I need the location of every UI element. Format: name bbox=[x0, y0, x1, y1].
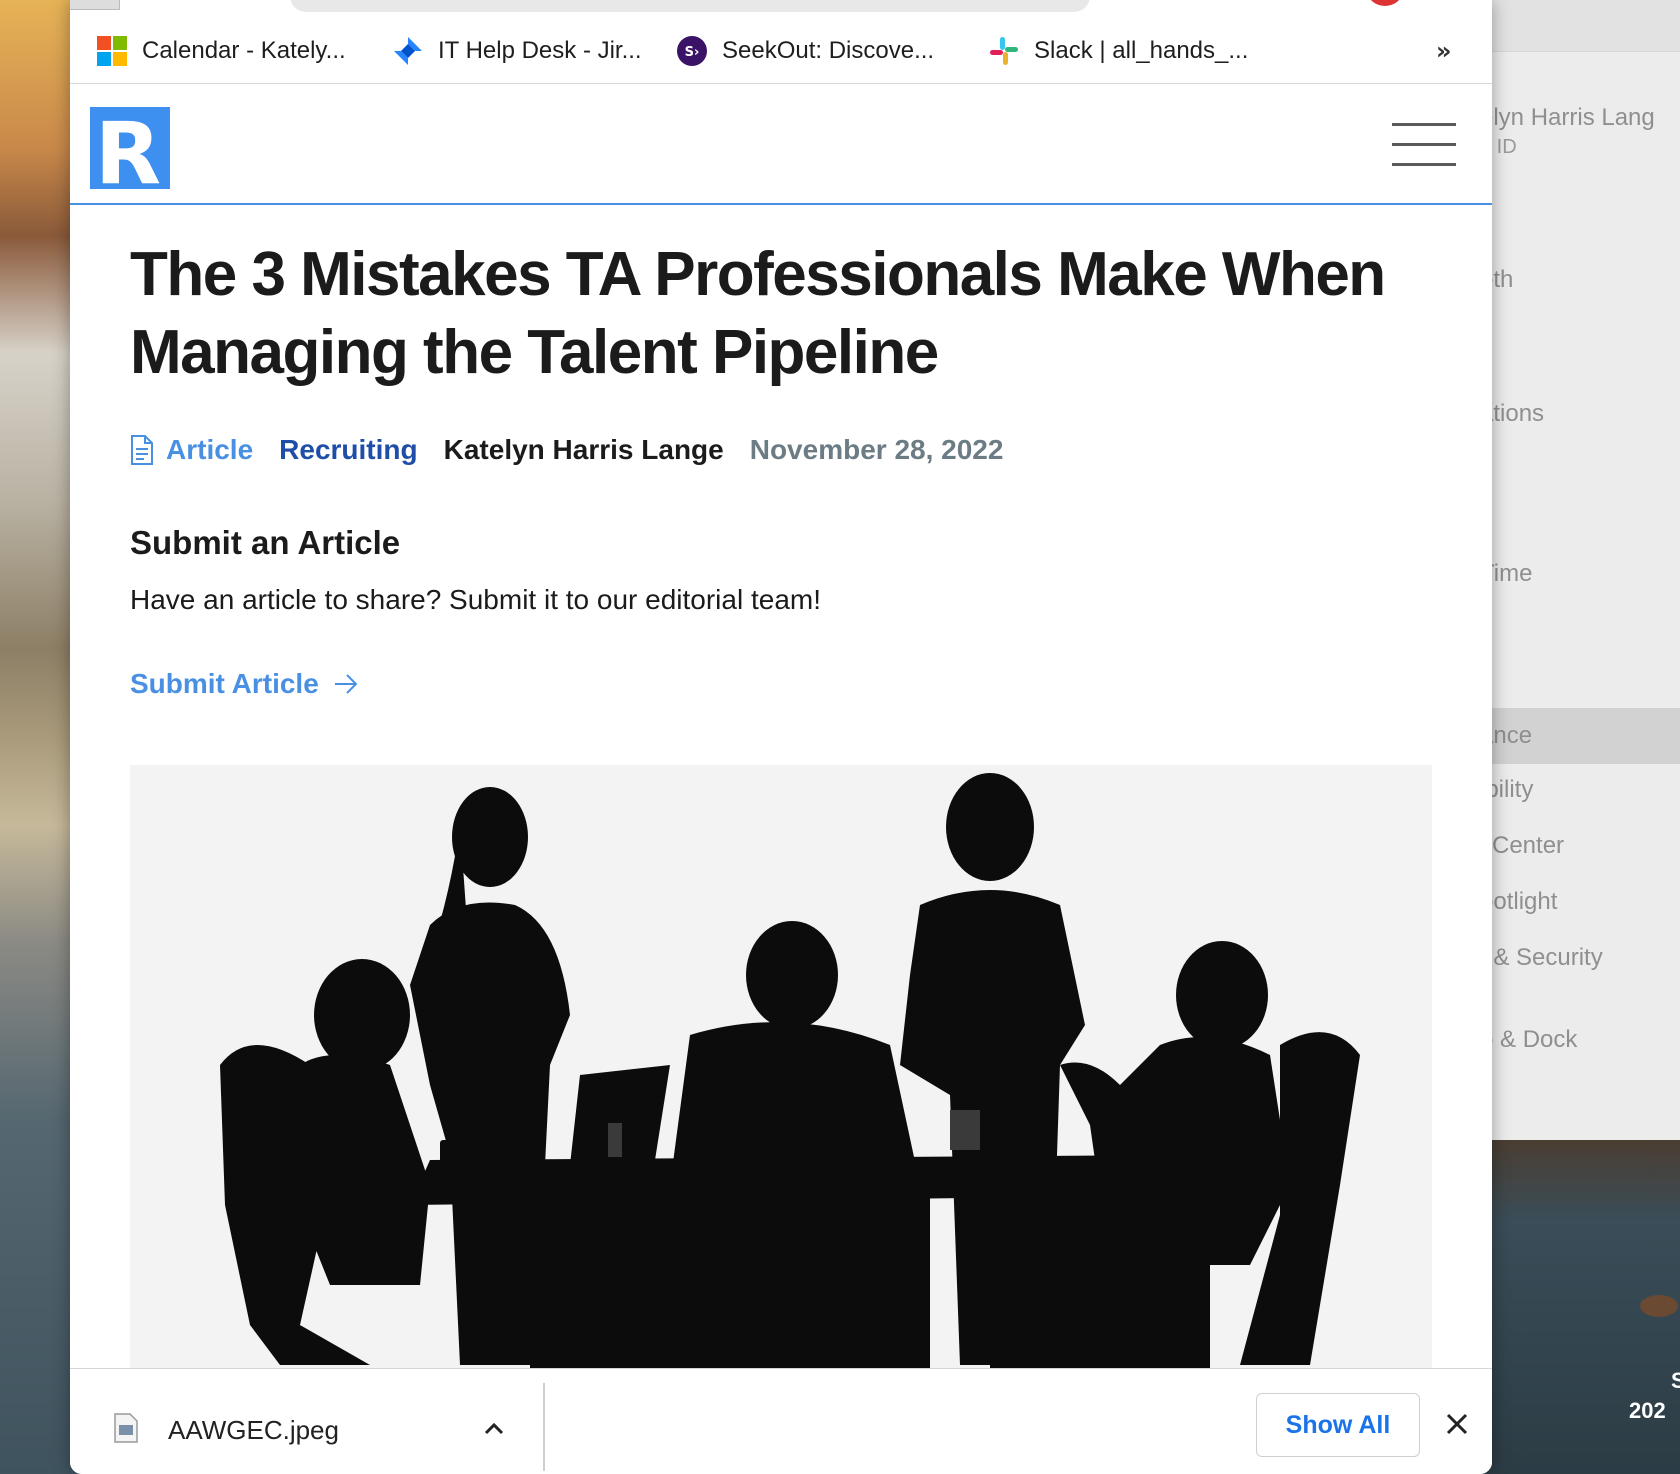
submit-article-link[interactable]: Submit Article bbox=[130, 664, 359, 704]
download-filename[interactable]: AAWGEC.jpeg bbox=[168, 1415, 339, 1446]
site-logo[interactable]: R bbox=[90, 107, 170, 189]
bookmark-it-help-desk[interactable]: IT Help Desk - Jir... bbox=[392, 30, 642, 72]
bookmark-seekout[interactable]: S› SeekOut: Discove... bbox=[676, 30, 934, 72]
slack-icon bbox=[990, 37, 1018, 65]
settings-item[interactable]: / & Security bbox=[1480, 944, 1603, 972]
svg-text:R: R bbox=[95, 107, 161, 189]
bookmark-calendar[interactable]: Calendar - Kately... bbox=[96, 30, 346, 72]
address-bar[interactable] bbox=[290, 0, 1090, 12]
bookmark-slack[interactable]: Slack | all_hands_... bbox=[988, 30, 1248, 72]
article-type-link[interactable]: Article bbox=[166, 434, 253, 466]
site-header: R bbox=[70, 85, 1492, 205]
settings-toolbar bbox=[1480, 0, 1680, 52]
bookmark-label: Slack | all_hands_... bbox=[1034, 37, 1249, 64]
wallpaper-rock bbox=[1640, 1295, 1678, 1317]
submit-article-label: Submit Article bbox=[130, 668, 319, 699]
seekout-icon: S› bbox=[677, 36, 707, 66]
article-date: November 28, 2022 bbox=[749, 434, 1004, 465]
meeting-silhouette-image bbox=[130, 765, 1432, 1370]
desktop-clock-line-2: 202 bbox=[1629, 1398, 1666, 1423]
system-settings-window: elyn Harris Lang e ID oth k ations Time … bbox=[1480, 0, 1680, 1140]
desktop-clock-line-1: S bbox=[1671, 1368, 1680, 1393]
browser-window: Calendar - Kately... IT Help Desk - Jir.… bbox=[70, 0, 1492, 1474]
article-category-link[interactable]: Recruiting bbox=[279, 434, 417, 466]
bookmarks-overflow-button[interactable]: » bbox=[1436, 30, 1452, 72]
download-divider bbox=[543, 1383, 545, 1471]
arrow-right-icon bbox=[334, 674, 358, 694]
submit-heading: Submit an Article bbox=[130, 524, 401, 561]
bookmark-label: SeekOut: Discove... bbox=[722, 37, 935, 64]
profile-avatar[interactable] bbox=[1368, 0, 1402, 6]
download-bar: AAWGEC.jpeg Show All bbox=[70, 1368, 1492, 1474]
settings-item[interactable]: l Center bbox=[1480, 832, 1564, 860]
chevron-up-icon[interactable] bbox=[482, 1417, 506, 1441]
jira-icon bbox=[394, 37, 422, 65]
show-all-button[interactable]: Show All bbox=[1256, 1393, 1420, 1457]
bookmark-label: Calendar - Kately... bbox=[142, 37, 346, 64]
close-icon[interactable] bbox=[1442, 1409, 1472, 1439]
desktop-wallpaper-left bbox=[0, 0, 80, 1474]
microsoft-icon bbox=[97, 36, 127, 66]
article-title: The 3 Mistakes TA Professionals Make Whe… bbox=[130, 240, 1386, 387]
settings-user-name[interactable]: elyn Harris Lang bbox=[1480, 104, 1655, 132]
bookmarks-bar: Calendar - Kately... IT Help Desk - Jir.… bbox=[70, 22, 1492, 84]
submit-description: Have an article to share? Submit it to o… bbox=[130, 584, 822, 615]
settings-item[interactable]: p & Dock bbox=[1480, 1026, 1577, 1054]
article-hero-image bbox=[130, 765, 1432, 1370]
svg-text:S›: S› bbox=[685, 45, 700, 60]
bookmark-label: IT Help Desk - Jir... bbox=[438, 37, 642, 64]
document-icon bbox=[131, 435, 153, 465]
menu-icon[interactable] bbox=[1392, 123, 1456, 169]
article-author[interactable]: Katelyn Harris Lange bbox=[444, 434, 724, 466]
window-edge bbox=[70, 0, 120, 10]
article-meta: Article Recruiting Katelyn Harris Lange … bbox=[130, 430, 1003, 470]
image-file-icon bbox=[114, 1413, 138, 1443]
